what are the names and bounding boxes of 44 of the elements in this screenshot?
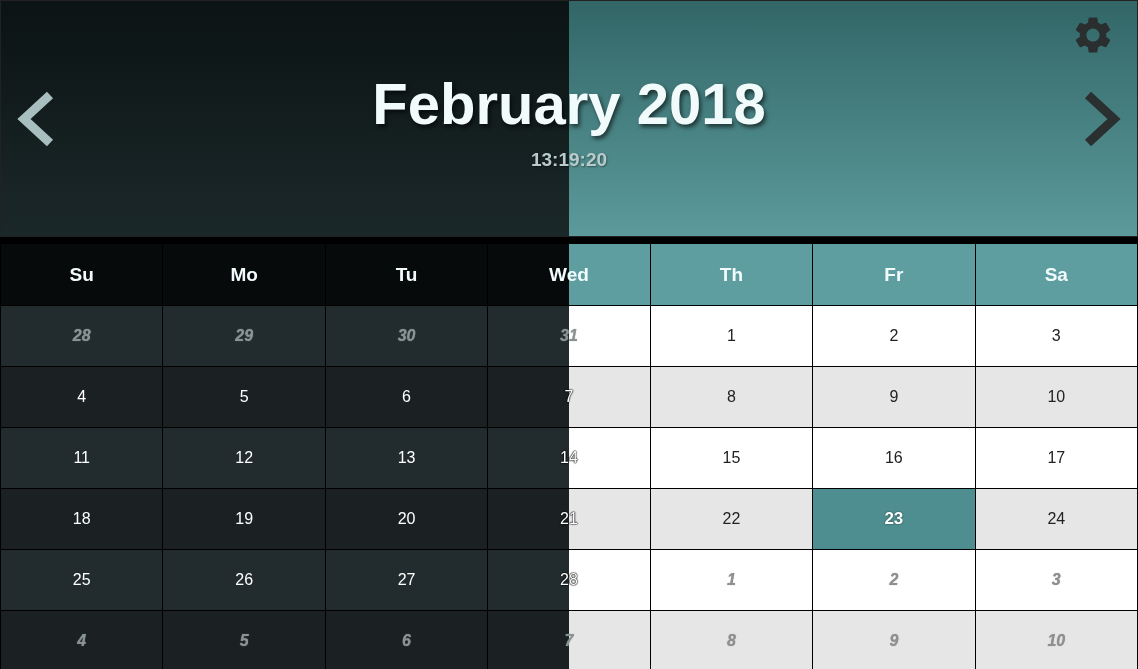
day-cell[interactable]: 16 [813, 428, 975, 488]
weekday-label: Fr [884, 263, 904, 286]
weekday-label: Su [69, 263, 94, 286]
day-cell[interactable]: 28 [1, 306, 163, 366]
chevron-left-icon [16, 90, 56, 147]
day-cell[interactable]: 1 [650, 306, 813, 366]
day-cell[interactable]: 28 [488, 550, 650, 610]
day-cell[interactable]: 5 [163, 367, 325, 427]
weekday-label: Sa [1044, 263, 1068, 286]
day-cell[interactable]: 3 [975, 550, 1137, 610]
day-cell[interactable]: 8 [650, 367, 813, 427]
day-cell[interactable]: 4 [1, 367, 163, 427]
day-cell[interactable]: 25 [1, 550, 163, 610]
day-cell[interactable]: 24 [975, 489, 1137, 549]
day-cell[interactable]: 5 [163, 611, 325, 669]
day-cell[interactable]: 26 [163, 550, 325, 610]
day-cell[interactable]: 30 [325, 306, 488, 366]
next-month-button[interactable] [1082, 90, 1122, 147]
weekday-label: Mo [230, 263, 258, 286]
day-cell[interactable]: 4 [1, 611, 163, 669]
day-cell[interactable]: 18 [1, 489, 163, 549]
day-cell[interactable]: 3 [975, 306, 1137, 366]
day-cell[interactable]: 17 [975, 428, 1137, 488]
day-cell[interactable]: 19 [163, 489, 325, 549]
day-cell[interactable]: 9 [813, 367, 975, 427]
month-title: February 2018 [372, 71, 766, 136]
day-cell[interactable]: 6 [325, 611, 488, 669]
day-cell[interactable]: 13 [325, 428, 488, 488]
day-cell[interactable]: 29 [163, 306, 325, 366]
day-cell[interactable]: 6 [325, 367, 488, 427]
day-cell[interactable]: 10 [975, 367, 1137, 427]
day-cell[interactable]: 14 [488, 428, 650, 488]
weekday-label: Th [719, 263, 744, 286]
chevron-right-icon [1082, 90, 1122, 147]
weekday-label: Tu [395, 263, 418, 286]
day-cell[interactable]: 27 [325, 550, 488, 610]
day-cell[interactable]: 15 [650, 428, 813, 488]
day-cell[interactable]: 20 [325, 489, 488, 549]
day-cell[interactable]: 22 [650, 489, 813, 549]
day-cell[interactable]: 11 [1, 428, 163, 488]
day-cell[interactable]: 7 [488, 367, 650, 427]
day-cell[interactable]: 2 [813, 306, 975, 366]
day-cell[interactable]: 12 [163, 428, 325, 488]
previous-month-button[interactable] [16, 90, 56, 147]
